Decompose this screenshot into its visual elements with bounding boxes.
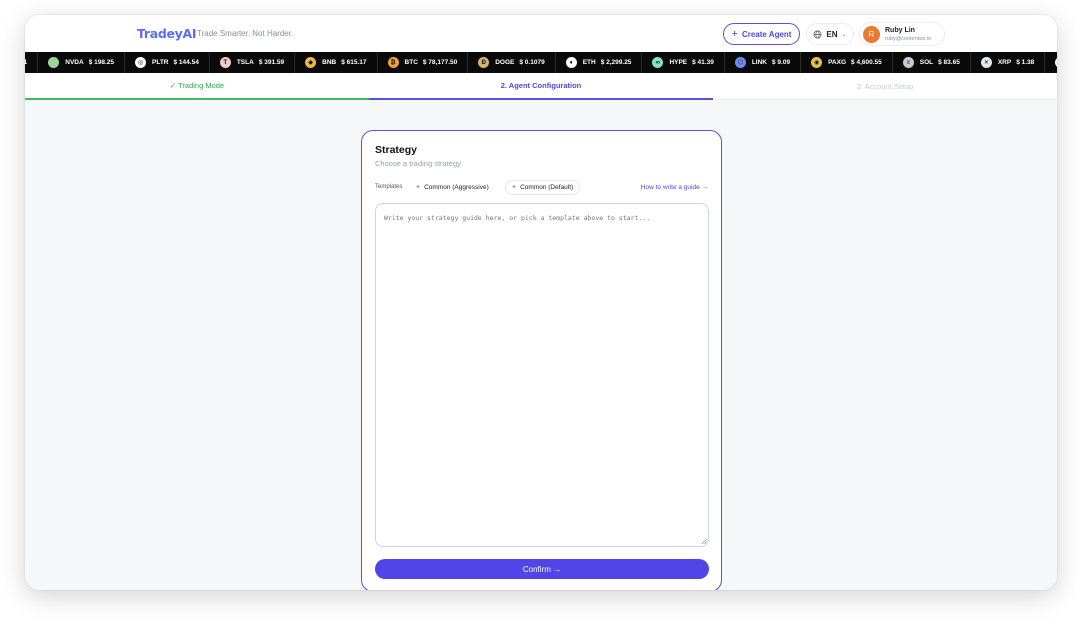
ticker-symbol: BNB: [322, 59, 337, 66]
ticker-price: $ 1.38: [1016, 59, 1035, 66]
ticker-item[interactable]: a: [1045, 52, 1057, 73]
btc-icon: ₿: [387, 57, 399, 68]
app-window: TradeyAI Trade Smarter. Not Harder. + Cr…: [25, 15, 1057, 590]
chevron-down-icon: ⌄: [841, 31, 847, 38]
top-header: TradeyAI Trade Smarter. Not Harder. + Cr…: [25, 15, 1057, 52]
brand-tagline: Trade Smarter. Not Harder.: [197, 29, 294, 38]
brand-logo[interactable]: TradeyAI: [137, 26, 197, 41]
create-agent-label: Create Agent: [741, 29, 792, 39]
nvda-icon: [48, 57, 60, 68]
resize-handle-icon[interactable]: [701, 538, 707, 544]
language-label: EN: [826, 29, 838, 39]
ticker-item[interactable]: ◉ PAXG $ 4,600.55: [801, 52, 893, 73]
template-chip-default[interactable]: + Common (Default): [505, 180, 581, 195]
ticker-symbol: BTC: [404, 59, 418, 66]
ticker-price: 12.81: [25, 59, 28, 66]
ticker-item[interactable]: Ð DOGE $ 0.1079: [468, 52, 556, 73]
bnb-icon: ◆: [305, 57, 317, 68]
ticker-item[interactable]: ✕ XRP $ 1.38: [971, 52, 1046, 73]
ticker-symbol: DOGE: [495, 59, 515, 66]
ticker-item[interactable]: ∞ HYPE $ 41.39: [642, 52, 725, 73]
ticker-track: 12.81 NVDA $ 198.25 ◎ PLTR $ 144.54 T TSLA $ 391…: [25, 52, 1057, 73]
step-account-setup: 3. Account Setup: [713, 73, 1057, 100]
ticker-price: $ 78,177.50: [422, 59, 458, 66]
ticker-item[interactable]: ≡ SOL $ 83.65: [893, 52, 971, 73]
guide-link[interactable]: How to write a guide →: [641, 184, 708, 191]
template-chip-aggressive[interactable]: + Common (Aggressive): [410, 180, 495, 195]
ticker-price: $ 9.09: [772, 59, 791, 66]
avatar: R: [863, 26, 880, 43]
step-trading-mode[interactable]: ✓ Trading Mode: [25, 73, 369, 100]
eth-icon: ♦: [565, 57, 577, 68]
ticker-price: $ 198.25: [88, 59, 115, 66]
sol-icon: ≡: [902, 57, 914, 68]
plus-icon: +: [731, 27, 738, 40]
ticker-symbol: TSLA: [236, 59, 254, 66]
ticker-item[interactable]: ◆ BNB $ 615.17: [295, 52, 378, 73]
ticker-item[interactable]: NVDA $ 198.25: [38, 52, 126, 73]
ticker-item[interactable]: ◎ PLTR $ 144.54: [125, 52, 210, 73]
step-agent-configuration[interactable]: 2. Agent Configuration: [369, 73, 713, 100]
ticker-item[interactable]: ⬡ LINK $ 9.09: [725, 52, 802, 73]
ticker-symbol: PLTR: [152, 59, 169, 66]
confirm-button[interactable]: Confirm →: [375, 559, 709, 579]
plus-icon: +: [512, 184, 517, 191]
user-menu[interactable]: R Ruby Lin ruby@contentos.io: [859, 22, 945, 46]
template-label: Common (Default): [520, 184, 574, 191]
create-agent-button[interactable]: + Create Agent: [723, 23, 800, 45]
strategy-textarea[interactable]: [375, 203, 709, 547]
link-icon: ⬡: [734, 57, 746, 68]
strategy-subtitle: Choose a trading strategy: [375, 159, 461, 168]
ticker-symbol: NVDA: [65, 59, 84, 66]
strategy-title: Strategy: [375, 144, 418, 156]
ticker-price: $ 41.39: [692, 59, 714, 66]
ticker-symbol: SOL: [919, 59, 934, 66]
ticker-item[interactable]: T TSLA $ 391.59: [210, 52, 296, 73]
ticker-price: $ 144.54: [173, 59, 199, 66]
ticker-symbol: ETH: [582, 59, 596, 66]
stepper: ✓ Trading Mode 2. Agent Configuration 3.…: [25, 73, 1057, 100]
ticker-item[interactable]: ♦ ETH $ 2,299.25: [556, 52, 643, 73]
template-label: Common (Aggressive): [424, 184, 489, 191]
paxg-icon: ◉: [811, 57, 823, 68]
user-name: Ruby Lin: [885, 27, 915, 34]
hype-icon: ∞: [652, 57, 664, 68]
plus-icon: +: [416, 184, 421, 191]
next-icon: a: [1055, 57, 1057, 68]
ticker-item[interactable]: 12.81: [25, 52, 39, 73]
xrp-icon: ✕: [980, 57, 992, 68]
ticker-symbol: PAXG: [828, 59, 847, 66]
ticker-price: $ 391.59: [258, 59, 285, 66]
user-email: ruby@contentos.io: [885, 36, 931, 42]
ticker-price: $ 83.65: [938, 59, 960, 66]
language-selector[interactable]: EN ⌄: [806, 23, 854, 45]
price-ticker: 12.81 NVDA $ 198.25 ◎ PLTR $ 144.54 T TSLA $ 391…: [25, 52, 1057, 73]
ticker-symbol: LINK: [751, 59, 767, 66]
ticker-price: $ 615.17: [341, 59, 367, 66]
strategy-card: Strategy Choose a trading strategy Templ…: [361, 130, 722, 590]
ticker-symbol: XRP: [997, 59, 1012, 66]
doge-icon: Ð: [478, 57, 490, 68]
templates-label: Templates: [375, 184, 403, 190]
ticker-item[interactable]: ₿ BTC $ 78,177.50: [378, 52, 469, 73]
ticker-price: $ 4,600.55: [851, 59, 882, 66]
ticker-price: $ 2,299.25: [600, 59, 632, 66]
ticker-symbol: HYPE: [669, 59, 688, 66]
ticker-price: $ 0.1079: [519, 59, 545, 66]
globe-icon: [813, 30, 822, 38]
tsla-icon: T: [219, 57, 231, 68]
pltr-icon: ◎: [135, 57, 147, 68]
